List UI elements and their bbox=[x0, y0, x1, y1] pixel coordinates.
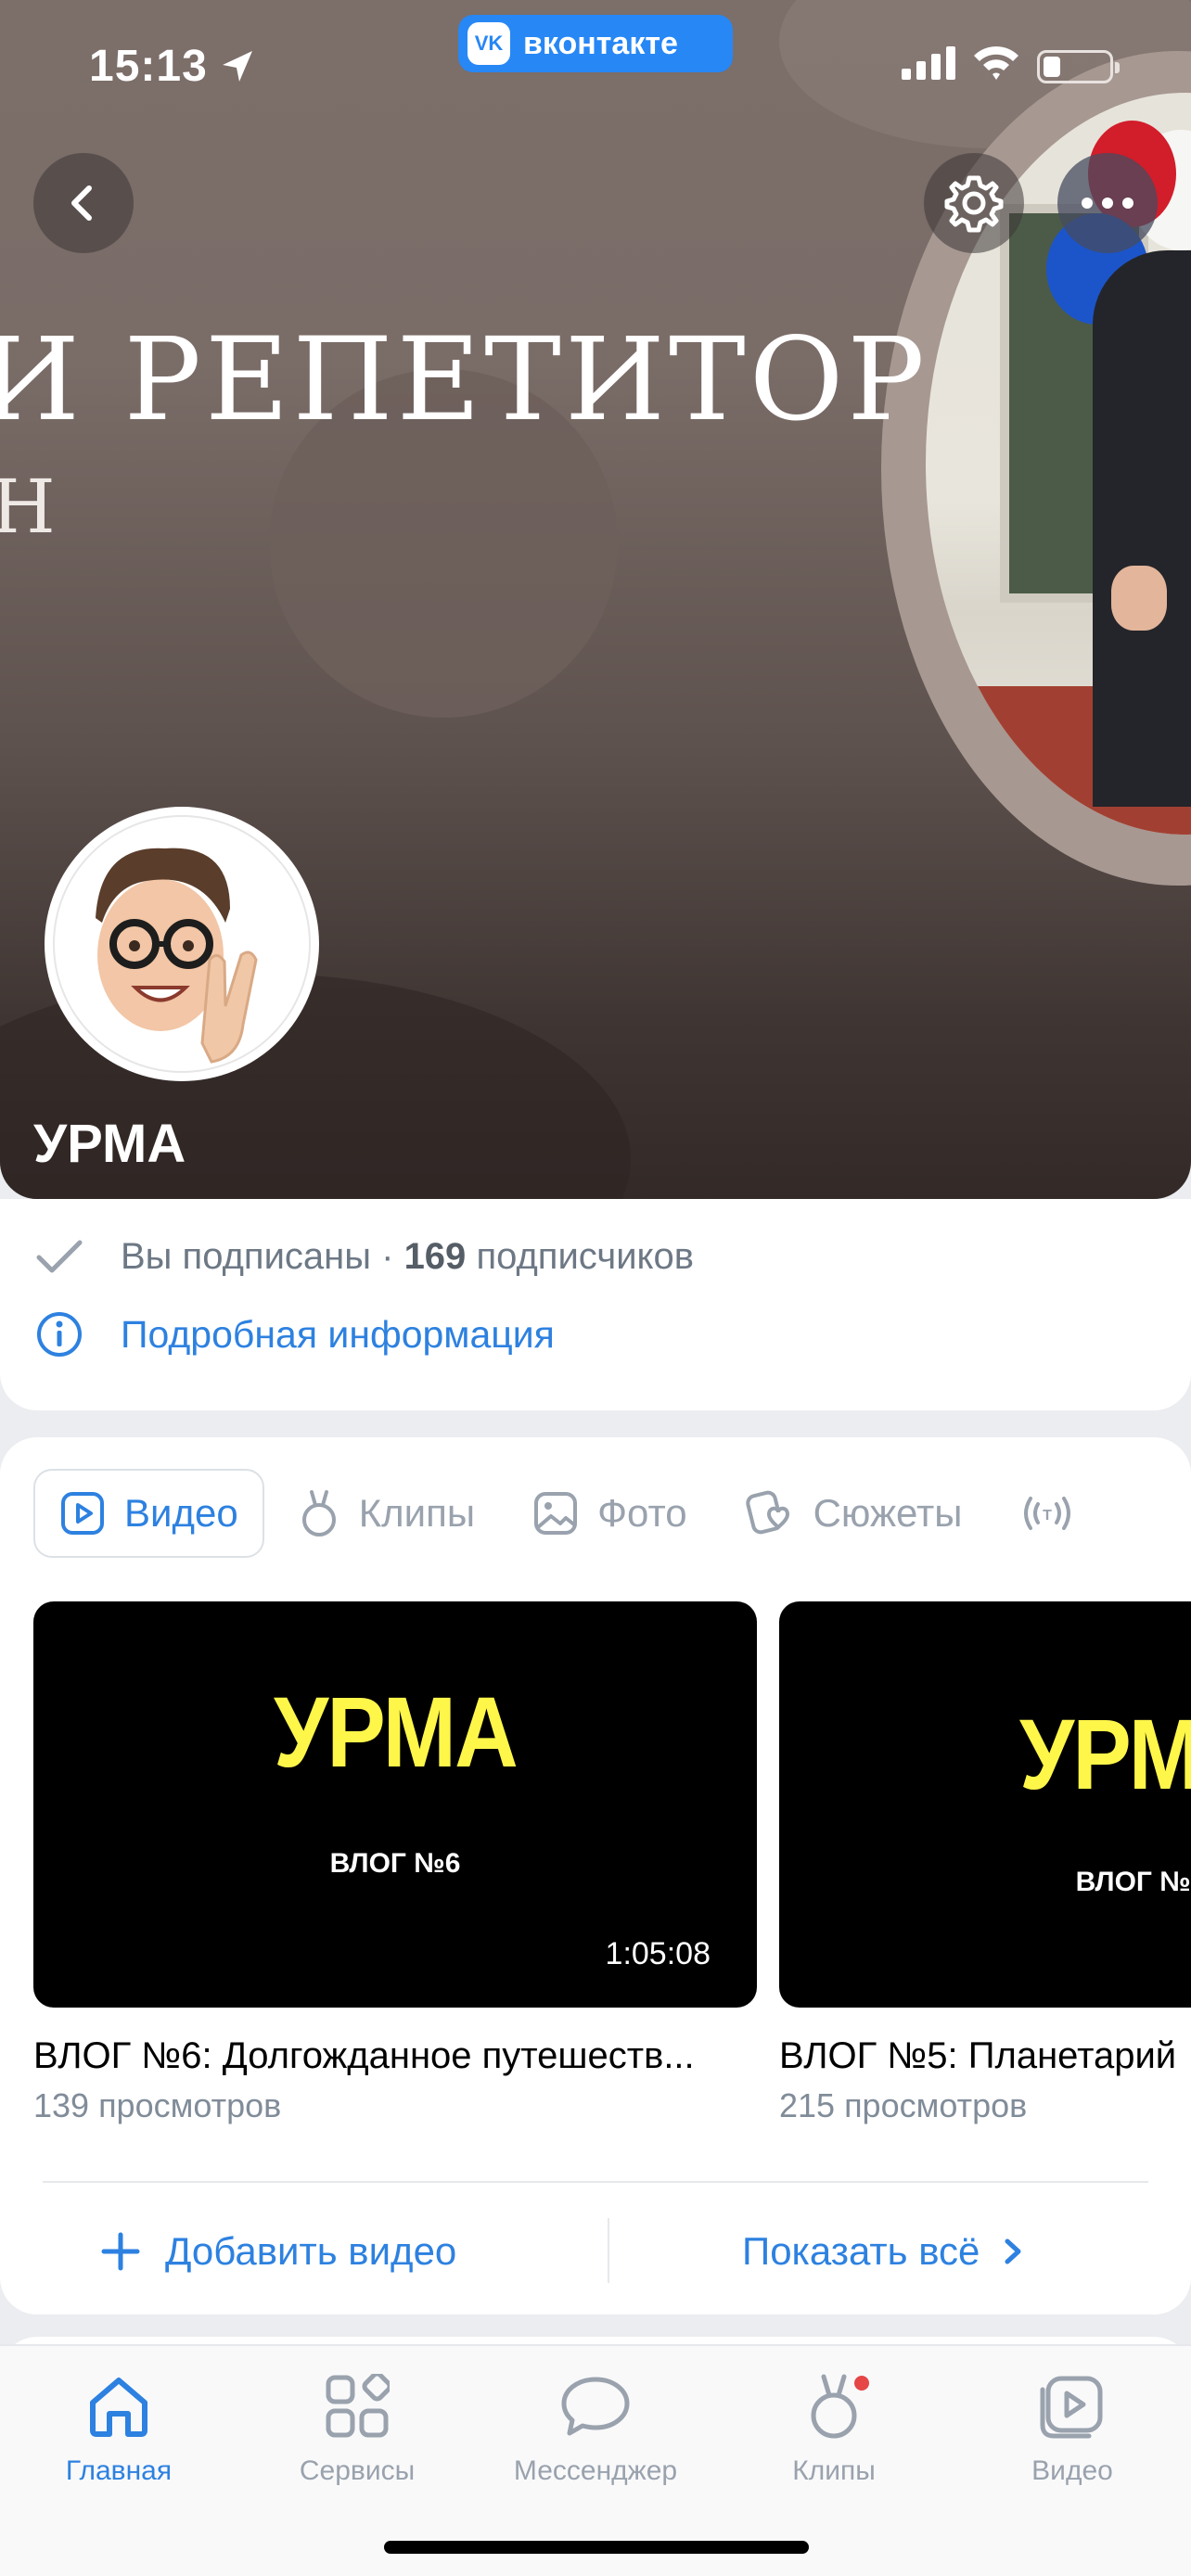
video-card[interactable]: УРМА ВЛОГ №5 ВЛОГ №5: Планетарий 215 про… bbox=[779, 1601, 1191, 2125]
tabbar-services[interactable]: Сервисы bbox=[238, 2365, 476, 2487]
tabbar-video[interactable]: Видео bbox=[954, 2365, 1191, 2487]
video-thumbnail[interactable]: УРМА ВЛОГ №6 1:05:08 bbox=[33, 1601, 757, 2008]
tab-video-label: Видео bbox=[124, 1491, 238, 1535]
tabbar-messenger-label: Мессенджер bbox=[513, 2455, 678, 2486]
show-all-button[interactable]: Показать всё bbox=[742, 2216, 1024, 2287]
tabbar-video-label: Видео bbox=[1031, 2455, 1113, 2486]
thumbnail-brand: УРМА bbox=[1018, 1698, 1191, 1810]
video-views: 139 просмотров bbox=[33, 2086, 282, 2124]
home-indicator[interactable] bbox=[384, 2541, 809, 2554]
location-arrow-icon bbox=[223, 51, 252, 82]
subscribed-label: Вы подписаны bbox=[121, 1236, 371, 1277]
stories-icon bbox=[745, 1490, 789, 1535]
video-title: ВЛОГ №5: Планетарий bbox=[779, 2035, 1177, 2076]
messenger-icon bbox=[561, 2377, 630, 2436]
divider bbox=[43, 2181, 1148, 2183]
media-section: Видео Клипы Фото Сюжеты T УРМА ВЛОГ №6 1… bbox=[0, 1437, 1191, 2315]
app-badge[interactable]: VK вконтакте bbox=[458, 15, 733, 72]
video-thumbnail[interactable]: УРМА ВЛОГ №5 bbox=[779, 1601, 1191, 2008]
tab-photo-label: Фото bbox=[597, 1491, 687, 1535]
thumbnail-brand: УРМА bbox=[273, 1676, 519, 1788]
tabbar-clips-label: Клипы bbox=[792, 2455, 876, 2486]
media-tabs: Видео Клипы Фото Сюжеты T bbox=[33, 1469, 1127, 1558]
group-name: УРМА bbox=[33, 1114, 186, 1174]
battery-icon bbox=[1037, 50, 1120, 83]
cover-title: И РЕПЕТИТОР bbox=[0, 313, 928, 447]
tabbar-messenger[interactable]: Мессенджер bbox=[477, 2365, 714, 2487]
cover-subtitle: Н bbox=[0, 464, 56, 550]
chevron-right-icon bbox=[1005, 2238, 1021, 2264]
app-badge-label: вконтакте bbox=[523, 25, 678, 61]
wifi-icon bbox=[974, 46, 1018, 80]
tab-video[interactable]: Видео bbox=[33, 1469, 264, 1558]
more-horizontal-icon bbox=[1082, 198, 1133, 209]
checkmark-icon bbox=[36, 1240, 83, 1272]
tab-stories-label: Сюжеты bbox=[813, 1491, 963, 1535]
plus-icon bbox=[101, 2232, 140, 2271]
notification-dot bbox=[854, 2376, 869, 2391]
detailed-info-label: Подробная информация bbox=[121, 1312, 555, 1356]
subscribers-count: 169 bbox=[403, 1236, 467, 1277]
video-icon bbox=[61, 1492, 104, 1535]
tabbar-services-label: Сервисы bbox=[299, 2455, 416, 2486]
thumbnail-vlog-number: ВЛОГ №5 bbox=[1075, 1867, 1191, 1897]
video-card[interactable]: УРМА ВЛОГ №6 1:05:08 ВЛОГ №6: Долгожданн… bbox=[33, 1601, 757, 2125]
gear-icon bbox=[944, 175, 1004, 233]
status-time: 15:13 bbox=[89, 42, 208, 91]
video-duration: 1:05:08 bbox=[605, 1936, 711, 1971]
tab-clips[interactable]: Клипы bbox=[274, 1469, 499, 1558]
add-video-label: Добавить видео bbox=[165, 2229, 457, 2273]
tabbar-home-label: Главная bbox=[65, 2455, 173, 2486]
tab-stories[interactable]: Сюжеты bbox=[721, 1469, 987, 1558]
chevron-left-icon bbox=[71, 185, 92, 221]
cellular-signal-icon bbox=[902, 46, 955, 80]
show-all-label: Показать всё bbox=[742, 2229, 980, 2273]
vk-logo-icon: VK bbox=[467, 22, 510, 65]
video-title: ВЛОГ №6: Долгожданное путешеств... bbox=[33, 2035, 695, 2076]
divider bbox=[608, 2218, 609, 2283]
group-info-card: Вы подписаны · 169 подписчиков Подробная… bbox=[0, 1199, 1191, 1410]
info-icon bbox=[37, 1312, 82, 1357]
add-video-button[interactable]: Добавить видео bbox=[100, 2216, 456, 2287]
more-options-button[interactable] bbox=[1057, 153, 1158, 253]
settings-button[interactable] bbox=[924, 153, 1024, 253]
tab-photo[interactable]: Фото bbox=[508, 1469, 711, 1558]
live-broadcast-icon: T bbox=[1024, 1497, 1071, 1530]
clips-icon bbox=[301, 1490, 336, 1537]
services-icon bbox=[326, 2374, 390, 2438]
detailed-info-link[interactable]: Подробная информация bbox=[35, 1310, 555, 1358]
thumbnail-vlog-number: ВЛОГ №6 bbox=[329, 1848, 461, 1879]
svg-text:T: T bbox=[1044, 1508, 1053, 1524]
tab-clips-label: Клипы bbox=[358, 1491, 476, 1535]
group-avatar[interactable] bbox=[45, 807, 319, 1081]
video-views: 215 просмотров bbox=[779, 2086, 1028, 2124]
memoji-avatar-icon bbox=[53, 815, 311, 1073]
tab-live[interactable]: T bbox=[995, 1469, 1118, 1558]
back-button[interactable] bbox=[33, 153, 134, 253]
tabbar-clips[interactable]: Клипы bbox=[715, 2365, 953, 2487]
home-icon bbox=[90, 2378, 147, 2437]
video-icon bbox=[1040, 2376, 1103, 2439]
tabbar-home[interactable]: Главная bbox=[0, 2365, 237, 2487]
subscription-status[interactable]: Вы подписаны · 169 подписчиков bbox=[35, 1236, 694, 1278]
subscribers-label: подписчиков bbox=[476, 1236, 694, 1277]
photo-icon bbox=[534, 1492, 578, 1535]
